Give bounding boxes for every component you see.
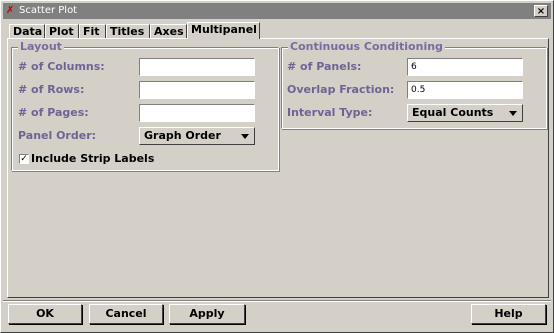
panel-order-dropdown[interactable]: Graph Order xyxy=(139,127,255,145)
panels-input[interactable] xyxy=(407,58,523,76)
tab-panel-multipanel: Layout # of Columns: # of Rows: # of Pag… xyxy=(7,38,549,298)
conditioning-group: Continuous Conditioning # of Panels: Ove… xyxy=(281,41,547,129)
check-icon: ✓ xyxy=(20,154,28,164)
tab-data[interactable]: Data xyxy=(9,24,45,38)
window-title: Scatter Plot xyxy=(19,5,78,16)
rows-label: # of Rows: xyxy=(18,83,84,97)
close-icon: × xyxy=(536,6,546,17)
close-button[interactable]: × xyxy=(534,5,548,17)
interval-type-value: Equal Counts xyxy=(412,106,494,119)
pages-label: # of Pages: xyxy=(18,106,89,120)
apply-button[interactable]: Apply xyxy=(169,304,245,324)
ok-button[interactable]: OK xyxy=(8,304,82,324)
rows-label-text: # of Rows: xyxy=(18,83,85,96)
panel-order-label: Panel Order: xyxy=(18,129,97,142)
cancel-button[interactable]: Cancel xyxy=(89,304,163,324)
overlap-label: Overlap Fraction: xyxy=(287,83,395,96)
tab-axes[interactable]: Axes xyxy=(150,24,187,38)
columns-input[interactable] xyxy=(139,58,255,76)
panel-order-value: Graph Order xyxy=(144,129,221,142)
chevron-down-icon xyxy=(509,111,517,116)
tab-titles[interactable]: Titles xyxy=(106,24,150,38)
overlap-input[interactable] xyxy=(407,81,523,99)
interval-type-dropdown[interactable]: Equal Counts xyxy=(407,104,523,122)
columns-label: # of Columns: xyxy=(18,60,105,74)
columns-label-text: # of Columns: xyxy=(18,60,105,73)
layout-group: Layout # of Columns: # of Rows: # of Pag… xyxy=(11,41,279,171)
title-bar[interactable]: ✗ Scatter Plot × xyxy=(3,3,551,19)
chevron-down-icon xyxy=(241,134,249,139)
dialog-window: ✗ Scatter Plot × Data Plot Fit Titles Ax… xyxy=(0,0,554,333)
tab-fit[interactable]: Fit xyxy=(79,24,106,38)
include-strip-checkbox[interactable]: ✓ xyxy=(19,154,29,164)
tab-multipanel[interactable]: Multipanel xyxy=(187,22,260,39)
conditioning-group-title: Continuous Conditioning xyxy=(288,40,445,53)
button-separator xyxy=(3,300,551,302)
pages-label-text: # of Pages: xyxy=(18,106,89,119)
panels-label: # of Panels: xyxy=(287,60,362,73)
help-button[interactable]: Help xyxy=(471,304,546,324)
tab-plot[interactable]: Plot xyxy=(45,24,79,38)
interval-type-label: Interval Type: xyxy=(287,106,373,119)
app-icon: ✗ xyxy=(6,5,15,16)
include-strip-label[interactable]: Include Strip Labels xyxy=(31,152,154,166)
layout-group-title: Layout xyxy=(18,40,64,53)
pages-input[interactable] xyxy=(139,104,255,122)
rows-input[interactable] xyxy=(139,81,255,99)
